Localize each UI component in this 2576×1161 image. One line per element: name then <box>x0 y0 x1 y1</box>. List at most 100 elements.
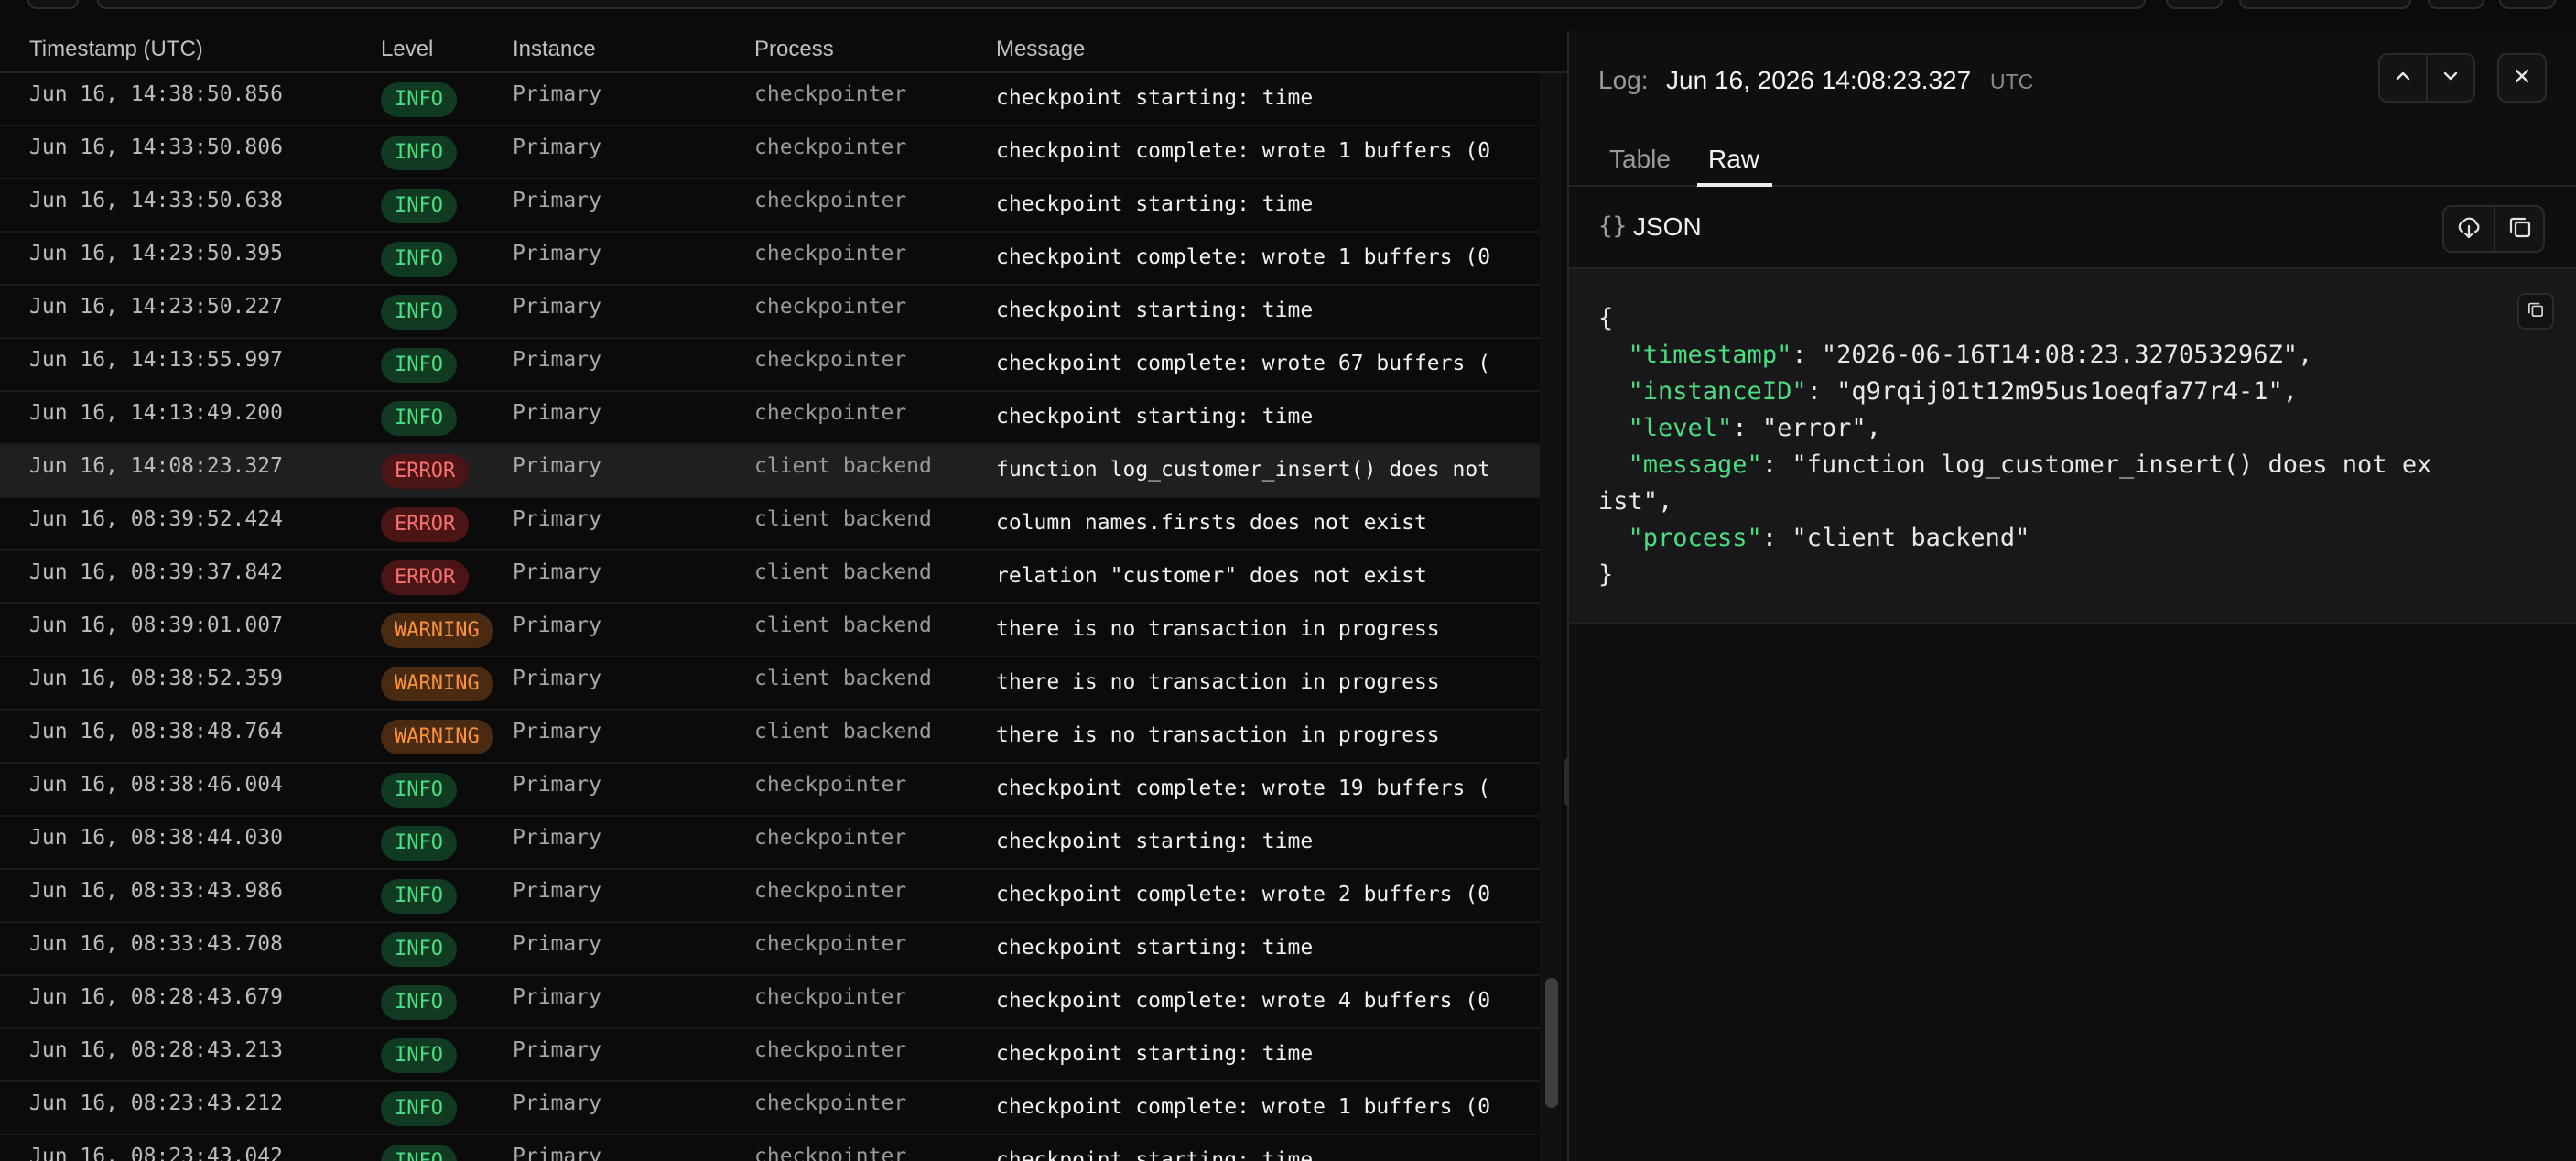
level-cell: ERROR <box>381 454 470 489</box>
timestamp-cell: Jun 16, 08:23:43.042 <box>29 1145 283 1161</box>
download-json-button[interactable] <box>2444 207 2494 251</box>
level-cell: INFO <box>381 348 457 383</box>
json-text: { <box>1598 304 1614 332</box>
instance-cell: Primary <box>513 932 601 956</box>
process-cell: checkpointer <box>754 295 907 319</box>
message-cell: checkpoint complete: wrote 1 buffers (0 <box>996 245 1491 269</box>
message-cell: function log_customer_insert() does not <box>996 458 1491 482</box>
copy-json-button[interactable] <box>2495 207 2545 251</box>
table-row[interactable]: Jun 16, 08:23:43.042 INFO Primary checkpoin… <box>0 1135 1540 1161</box>
level-badge: WARNING <box>381 613 493 648</box>
level-cell: INFO <box>381 879 457 914</box>
copy-code-button[interactable] <box>2517 293 2554 330</box>
table-row[interactable]: Jun 16, 08:39:01.007 WARNING Primary client… <box>0 604 1540 657</box>
process-cell: client backend <box>754 720 932 743</box>
process-cell: client backend <box>754 454 932 478</box>
column-header-timestamp[interactable]: Timestamp (UTC) <box>29 37 203 62</box>
level-badge: INFO <box>381 136 457 170</box>
column-header-process[interactable]: Process <box>754 37 834 62</box>
toolbar-button[interactable] <box>2428 0 2484 9</box>
json-line: "level": "error", <box>1628 414 1881 442</box>
process-cell: checkpointer <box>754 826 907 850</box>
timestamp-cell: Jun 16, 14:13:55.997 <box>29 348 283 372</box>
json-line: "timestamp": "2026-06-16T14:08:23.327053… <box>1628 341 2313 369</box>
json-text: ist", <box>1598 487 1673 515</box>
timestamp-cell: Jun 16, 08:28:43.679 <box>29 985 283 1009</box>
table-row[interactable]: Jun 16, 08:23:43.212 INFO Primary checkpoin… <box>0 1082 1540 1135</box>
level-badge: INFO <box>381 985 457 1020</box>
timestamp-cell: Jun 16, 08:28:43.213 <box>29 1038 283 1062</box>
instance-cell: Primary <box>513 82 601 106</box>
table-row[interactable]: Jun 16, 14:23:50.227 INFO Primary checkpoin… <box>0 286 1540 339</box>
table-row[interactable]: Jun 16, 08:38:52.359 WARNING Primary client… <box>0 657 1540 711</box>
json-key: "instanceID" <box>1628 377 1807 406</box>
column-header-message[interactable]: Message <box>996 37 1085 62</box>
json-line: ist", <box>1598 483 2431 520</box>
process-cell: checkpointer <box>754 348 907 372</box>
tab-table[interactable]: Table <box>1609 145 1671 174</box>
instance-cell: Primary <box>513 613 601 637</box>
toolbar-button[interactable] <box>2166 0 2223 9</box>
json-line: { <box>1598 300 2431 337</box>
message-cell: column names.firsts does not exist <box>996 511 1427 535</box>
level-cell: INFO <box>381 773 457 808</box>
instance-cell: Primary <box>513 1038 601 1062</box>
table-row[interactable]: Jun 16, 08:28:43.213 INFO Primary checkpoin… <box>0 1029 1540 1082</box>
search-input[interactable] <box>97 0 2146 9</box>
process-cell: checkpointer <box>754 1038 907 1062</box>
process-cell: checkpointer <box>754 773 907 797</box>
copy-icon <box>2507 214 2533 244</box>
table-row[interactable]: Jun 16, 08:38:48.764 WARNING Primary client… <box>0 711 1540 764</box>
toolbar-button[interactable] <box>27 0 79 9</box>
message-cell: checkpoint starting: time <box>996 1148 1314 1161</box>
message-cell: checkpoint complete: wrote 19 buffers ( <box>996 776 1491 800</box>
timestamp-cell: Jun 16, 08:38:46.004 <box>29 773 283 797</box>
table-row[interactable]: Jun 16, 08:33:43.708 INFO Primary checkpoin… <box>0 923 1540 976</box>
chevron-down-icon <box>2441 66 2461 91</box>
chevron-up-icon <box>2393 66 2413 91</box>
table-row[interactable]: Jun 16, 14:38:50.856 INFO Primary checkpoin… <box>0 73 1540 126</box>
table-row[interactable]: Jun 16, 08:39:37.842 ERROR Primary client b… <box>0 551 1540 604</box>
process-cell: checkpointer <box>754 1145 907 1161</box>
level-badge: ERROR <box>381 560 470 595</box>
table-row[interactable]: Jun 16, 14:23:50.395 INFO Primary checkpoin… <box>0 233 1540 286</box>
detail-title-label: Log: <box>1598 66 1649 94</box>
column-header-level[interactable]: Level <box>381 37 433 62</box>
table-row[interactable]: Jun 16, 08:39:52.424 ERROR Primary client b… <box>0 498 1540 551</box>
column-header-instance[interactable]: Instance <box>513 37 596 62</box>
level-cell: INFO <box>381 985 457 1020</box>
instance-cell: Primary <box>513 401 601 425</box>
level-cell: ERROR <box>381 507 470 542</box>
process-cell: client backend <box>754 613 932 637</box>
json-toolbar: {} JSON <box>1569 187 2576 269</box>
json-key: "process" <box>1628 524 1762 552</box>
json-line: "message": "function log_customer_insert… <box>1628 450 2432 479</box>
scrollbar-thumb[interactable] <box>1545 978 1558 1108</box>
timestamp-cell: Jun 16, 08:23:43.212 <box>29 1091 283 1115</box>
table-row[interactable]: Jun 16, 14:08:23.327 ERROR Primary client b… <box>0 445 1540 498</box>
close-detail-button[interactable] <box>2497 53 2547 103</box>
message-cell: checkpoint starting: time <box>996 86 1314 110</box>
table-row[interactable]: Jun 16, 14:33:50.806 INFO Primary checkpoin… <box>0 126 1540 179</box>
table-row[interactable]: Jun 16, 08:33:43.986 INFO Primary checkpoin… <box>0 870 1540 923</box>
table-row[interactable]: Jun 16, 14:13:49.200 INFO Primary checkpoin… <box>0 392 1540 445</box>
previous-log-button[interactable] <box>2378 53 2428 103</box>
instance-cell: Primary <box>513 136 601 159</box>
table-row[interactable]: Jun 16, 14:13:55.997 INFO Primary checkpoin… <box>0 339 1540 392</box>
level-cell: INFO <box>381 1145 457 1161</box>
table-row[interactable]: Jun 16, 14:33:50.638 INFO Primary checkpoin… <box>0 179 1540 233</box>
copy-icon <box>2527 300 2545 323</box>
next-log-button[interactable] <box>2426 53 2475 103</box>
table-row[interactable]: Jun 16, 08:38:46.004 INFO Primary checkpoin… <box>0 764 1540 817</box>
tab-raw[interactable]: Raw <box>1708 145 1759 174</box>
process-cell: checkpointer <box>754 932 907 956</box>
level-cell: INFO <box>381 401 457 436</box>
toolbar-dropdown[interactable] <box>2239 0 2411 9</box>
json-key: "level" <box>1628 414 1733 442</box>
table-row[interactable]: Jun 16, 08:38:44.030 INFO Primary checkpoin… <box>0 817 1540 870</box>
level-badge: INFO <box>381 189 457 223</box>
json-value: "2026-06-16T14:08:23.327053296Z", <box>1821 341 2313 369</box>
toolbar-button[interactable] <box>2499 0 2556 9</box>
table-row[interactable]: Jun 16, 08:28:43.679 INFO Primary checkpoin… <box>0 976 1540 1029</box>
json-key: "message" <box>1628 450 1762 479</box>
